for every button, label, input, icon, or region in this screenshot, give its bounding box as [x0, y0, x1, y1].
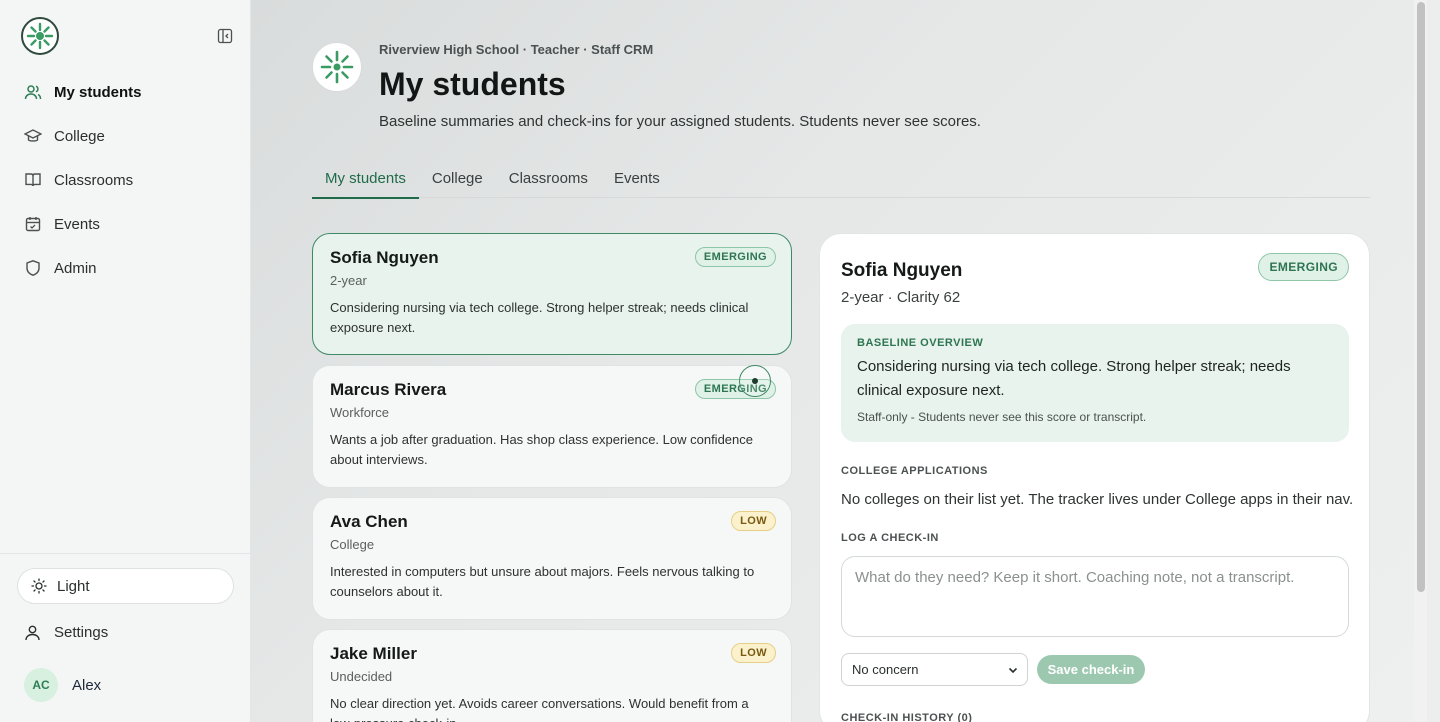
status-badge: LOW [731, 511, 776, 531]
sidebar: My students College Classrooms Events Ad… [0, 0, 251, 722]
concern-select-value: No concern [852, 662, 919, 677]
shield-icon [24, 259, 42, 277]
college-applications-text: No colleges on their list yet. The track… [841, 491, 1354, 508]
student-card-sofia-nguyen[interactable]: Sofia Nguyen 2-year Considering nursing … [312, 233, 792, 355]
overview-note: Staff-only - Students never see this sco… [857, 410, 1147, 424]
collapse-sidebar-button[interactable] [216, 27, 234, 45]
theme-label: Light [57, 577, 90, 595]
sidebar-item-events[interactable]: Events [14, 202, 239, 246]
log-checkin-label: LOG A CHECK-IN [841, 532, 939, 544]
calendar-icon [24, 215, 42, 233]
student-track: Workforce [330, 405, 389, 420]
student-card-jake-miller[interactable]: Jake Miller Undecided No clear direction… [312, 629, 792, 722]
tab-college[interactable]: College [419, 158, 496, 198]
breadcrumb: Riverview High School · Teacher · Staff … [379, 42, 654, 57]
users-icon [24, 83, 42, 101]
sidebar-item-classrooms[interactable]: Classrooms [14, 158, 239, 202]
scrollbar[interactable] [1414, 0, 1427, 722]
concern-select[interactable]: No concern [841, 653, 1028, 686]
overview-text: Considering nursing via tech college. St… [857, 358, 1291, 399]
book-icon [24, 171, 42, 189]
checkin-note-input[interactable]: What do they need? Keep it short. Coachi… [841, 556, 1349, 637]
graduation-cap-icon [24, 127, 42, 145]
detail-status-badge: EMERGING [1258, 253, 1349, 281]
logo-icon [26, 22, 54, 50]
settings-label: Settings [54, 624, 109, 641]
main-content: Riverview High School · Teacher · Staff … [251, 0, 1427, 722]
theme-toggle-button[interactable]: Light [17, 568, 234, 604]
detail-student-meta: 2-year · Clarity 62 [841, 289, 961, 306]
student-track: Undecided [330, 669, 393, 684]
page-subtitle: Baseline summaries and check-ins for you… [379, 113, 981, 130]
avatar: AC [24, 668, 58, 702]
user-icon [24, 624, 41, 641]
sidebar-item-admin[interactable]: Admin [14, 246, 239, 290]
sidebar-nav: My students College Classrooms Events Ad… [14, 70, 239, 290]
sidebar-item-label: Classrooms [54, 171, 134, 189]
school-logo-icon [320, 50, 354, 84]
save-checkin-button[interactable]: Save check-in [1037, 655, 1145, 684]
sidebar-item-label: Events [54, 215, 100, 233]
sidebar-item-label: College [54, 127, 105, 145]
status-badge: LOW [731, 643, 776, 663]
detail-student-name: Sofia Nguyen [841, 260, 963, 281]
student-description: Interested in computers but unsure about… [330, 564, 755, 599]
school-logo [312, 42, 362, 92]
sidebar-item-label: Admin [54, 259, 97, 277]
checkin-history-label: CHECK-IN HISTORY (0) [841, 712, 973, 722]
tab-bar: My students College Classrooms Events [312, 158, 1370, 199]
sidebar-footer: Light Settings AC Alex [0, 553, 251, 722]
user-name: Alex [72, 676, 102, 694]
status-badge: EMERGING [694, 247, 776, 267]
sidebar-toggle-icon [217, 28, 233, 44]
student-description: Considering nursing via tech college. St… [330, 300, 749, 335]
user-profile[interactable]: AC Alex [24, 668, 101, 702]
sidebar-item-college[interactable]: College [14, 114, 239, 158]
student-name: Ava Chen [330, 512, 408, 531]
mouse-cursor-indicator [739, 365, 771, 397]
student-card-marcus-rivera[interactable]: Marcus Rivera Workforce Wants a job afte… [312, 365, 792, 488]
overview-label: BASELINE OVERVIEW [857, 337, 984, 349]
student-detail-panel: Sofia Nguyen 2-year · Clarity 62 EMERGIN… [819, 233, 1370, 722]
tab-classrooms[interactable]: Classrooms [496, 158, 601, 198]
sidebar-item-my-students[interactable]: My students [14, 70, 239, 114]
tab-events[interactable]: Events [601, 158, 673, 198]
student-description: No clear direction yet. Avoids career co… [330, 696, 749, 722]
student-name: Jake Miller [330, 644, 417, 663]
sun-icon [31, 578, 47, 594]
tab-my-students[interactable]: My students [312, 158, 419, 199]
app-logo[interactable] [21, 17, 59, 55]
sidebar-item-label: My students [54, 83, 142, 101]
chevron-down-icon [1007, 664, 1019, 676]
student-description: Wants a job after graduation. Has shop c… [330, 432, 753, 467]
settings-link[interactable]: Settings [24, 624, 108, 641]
student-track: 2-year [330, 273, 367, 288]
student-card-ava-chen[interactable]: Ava Chen College Interested in computers… [312, 497, 792, 620]
page-title: My students [379, 66, 566, 102]
scrollbar-thumb[interactable] [1417, 2, 1425, 592]
college-applications-label: COLLEGE APPLICATIONS [841, 465, 988, 477]
baseline-overview: BASELINE OVERVIEW Considering nursing vi… [841, 324, 1349, 442]
student-track: College [330, 537, 375, 552]
